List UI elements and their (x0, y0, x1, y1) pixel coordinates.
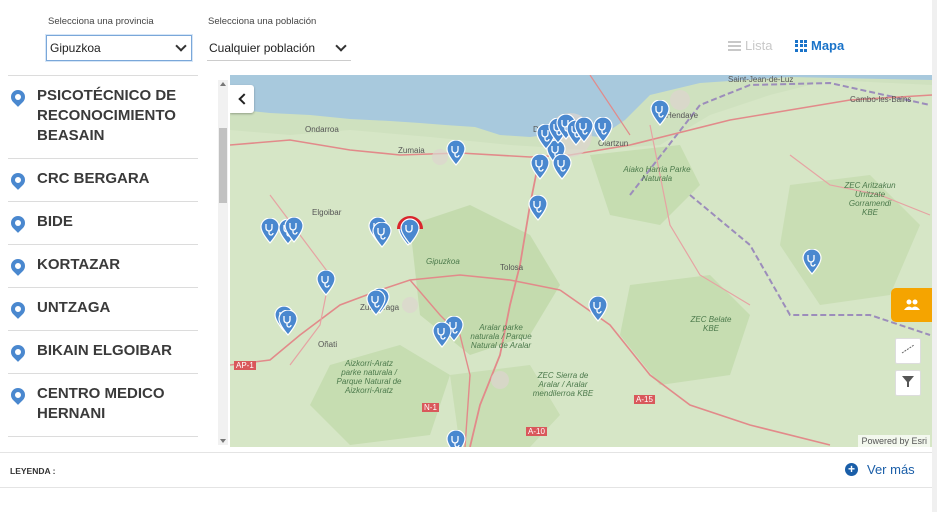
location-pin-icon (8, 385, 28, 405)
map-marker[interactable] (588, 296, 608, 322)
list-item[interactable]: BIDE (8, 202, 198, 245)
location-pin-icon (8, 87, 28, 107)
provincia-select[interactable]: Gipuzkoa (46, 35, 192, 61)
map-place-label: Zumaia (398, 146, 425, 155)
poblacion-label: Selecciona una población (208, 16, 317, 27)
map-place-label: Gipuzkoa (426, 257, 460, 266)
center-list: PSICOTÉCNICO DE RECONOCIMIENTO BEASAIN C… (8, 75, 198, 437)
list-item[interactable]: KORTAZAR (8, 245, 198, 288)
location-pin-icon (8, 299, 28, 319)
list-item[interactable]: CENTRO MEDICO HERNANI (8, 374, 198, 437)
list-icon (728, 40, 741, 51)
location-pin-icon (8, 342, 28, 362)
location-pin-icon (8, 213, 28, 233)
scroll-down-icon (220, 439, 226, 443)
lista-view-button[interactable]: Lista (728, 38, 772, 53)
protected-area-label: ZEC Aritzakun Urritzate Gorramendi KBE (844, 181, 896, 217)
map-marker[interactable] (366, 290, 386, 316)
road-label: N-1 (422, 403, 439, 412)
map-place-label: Ondarroa (305, 125, 339, 134)
ver-mas-button[interactable]: + Ver más (845, 462, 915, 477)
map-marker[interactable] (260, 218, 280, 244)
provincia-label: Selecciona una provincia (48, 16, 154, 27)
measure-tool-button[interactable] (895, 338, 921, 364)
center-name: CENTRO MEDICO HERNANI (37, 385, 165, 422)
poblacion-value: Cualquier población (209, 40, 316, 55)
map-marker[interactable] (372, 222, 392, 248)
plus-circle-icon: + (845, 463, 858, 476)
list-scrollbar[interactable] (218, 80, 228, 445)
map-attribution: Powered by Esri (858, 435, 930, 447)
map-view[interactable]: Saint-Jean-de-Luz Hendaye Cambo-les-Bain… (230, 75, 932, 447)
map-place-label: Tolosa (500, 263, 524, 272)
location-pin-icon (8, 256, 28, 276)
road-label: A-10 (526, 427, 547, 436)
list-item[interactable]: BIKAIN ELGOIBAR (8, 331, 198, 374)
ruler-icon (901, 344, 915, 354)
center-name: BIDE (37, 213, 73, 230)
map-marker[interactable] (432, 322, 452, 348)
list-item[interactable]: UNTZAGA (8, 288, 198, 331)
map-place-label: Saint-Jean-de-Luz (728, 75, 794, 84)
poblacion-select[interactable]: Cualquier población (207, 35, 351, 61)
map-marker[interactable] (316, 270, 336, 296)
road-label: AP-1 (234, 361, 256, 370)
chevron-down-icon (335, 39, 347, 52)
road-label: A-15 (634, 395, 655, 404)
map-marker[interactable] (530, 154, 550, 180)
scrollbar-thumb[interactable] (219, 128, 227, 203)
center-list-panel: PSICOTÉCNICO DE RECONOCIMIENTO BEASAIN C… (8, 75, 228, 445)
center-name: BIKAIN ELGOIBAR (37, 342, 172, 359)
map-marker[interactable] (574, 117, 594, 143)
scroll-up-icon (220, 82, 226, 86)
users-button[interactable] (891, 288, 933, 322)
legend-label: LEYENDA : (10, 466, 56, 476)
map-marker[interactable] (446, 430, 466, 447)
protected-area-label: Aiako Harria Parke Naturala (623, 165, 691, 183)
center-name: CRC BERGARA (37, 170, 150, 187)
map-marker[interactable] (284, 217, 304, 243)
map-marker[interactable] (593, 117, 613, 143)
map-marker[interactable] (446, 140, 466, 166)
center-name: UNTZAGA (37, 299, 111, 316)
list-item[interactable]: CRC BERGARA (8, 159, 198, 202)
map-place-label: Oñati (318, 340, 338, 349)
map-marker[interactable] (278, 310, 298, 336)
mapa-view-button[interactable]: Mapa (795, 38, 844, 53)
map-marker[interactable] (552, 154, 572, 180)
map-place-label: Hendaye (666, 111, 699, 120)
grid-icon (795, 39, 807, 52)
filter-bar: Selecciona una provincia Gipuzkoa Selecc… (0, 0, 937, 75)
page-scrollbar[interactable] (932, 0, 937, 512)
map-marker[interactable] (650, 100, 670, 126)
collapse-panel-button[interactable] (230, 85, 254, 113)
map-marker[interactable] (802, 249, 822, 275)
filter-icon (902, 376, 914, 387)
protected-area-label: ZEC Sierra de Aralar / Aralar mendilerro… (532, 371, 594, 398)
center-name: PSICOTÉCNICO DE RECONOCIMIENTO BEASAIN (37, 87, 177, 144)
filter-tool-button[interactable] (895, 370, 921, 396)
selected-map-marker[interactable] (396, 215, 424, 245)
location-pin-icon (8, 170, 28, 190)
mapa-label: Mapa (811, 38, 845, 53)
chevron-left-icon (238, 93, 250, 105)
map-marker[interactable] (528, 195, 548, 221)
center-name: KORTAZAR (37, 256, 121, 273)
map-place-label: Elgoibar (312, 208, 342, 217)
map-place-label: Cambo-les-Bains (850, 95, 912, 104)
provincia-value: Gipuzkoa (50, 41, 101, 55)
chevron-down-icon (175, 40, 187, 52)
protected-area-label: Aizkorri-Aratz parke naturala / Parque N… (336, 359, 402, 395)
protected-area-label: Aralar parke naturala / Parque Natural d… (470, 323, 532, 350)
legend-bar: LEYENDA : + Ver más (0, 452, 937, 488)
protected-area-label: ZEC Belate KBE (690, 315, 732, 333)
users-icon (904, 299, 920, 310)
ver-mas-label: Ver más (867, 462, 915, 477)
list-item[interactable]: PSICOTÉCNICO DE RECONOCIMIENTO BEASAIN (8, 75, 198, 159)
lista-label: Lista (745, 38, 773, 53)
